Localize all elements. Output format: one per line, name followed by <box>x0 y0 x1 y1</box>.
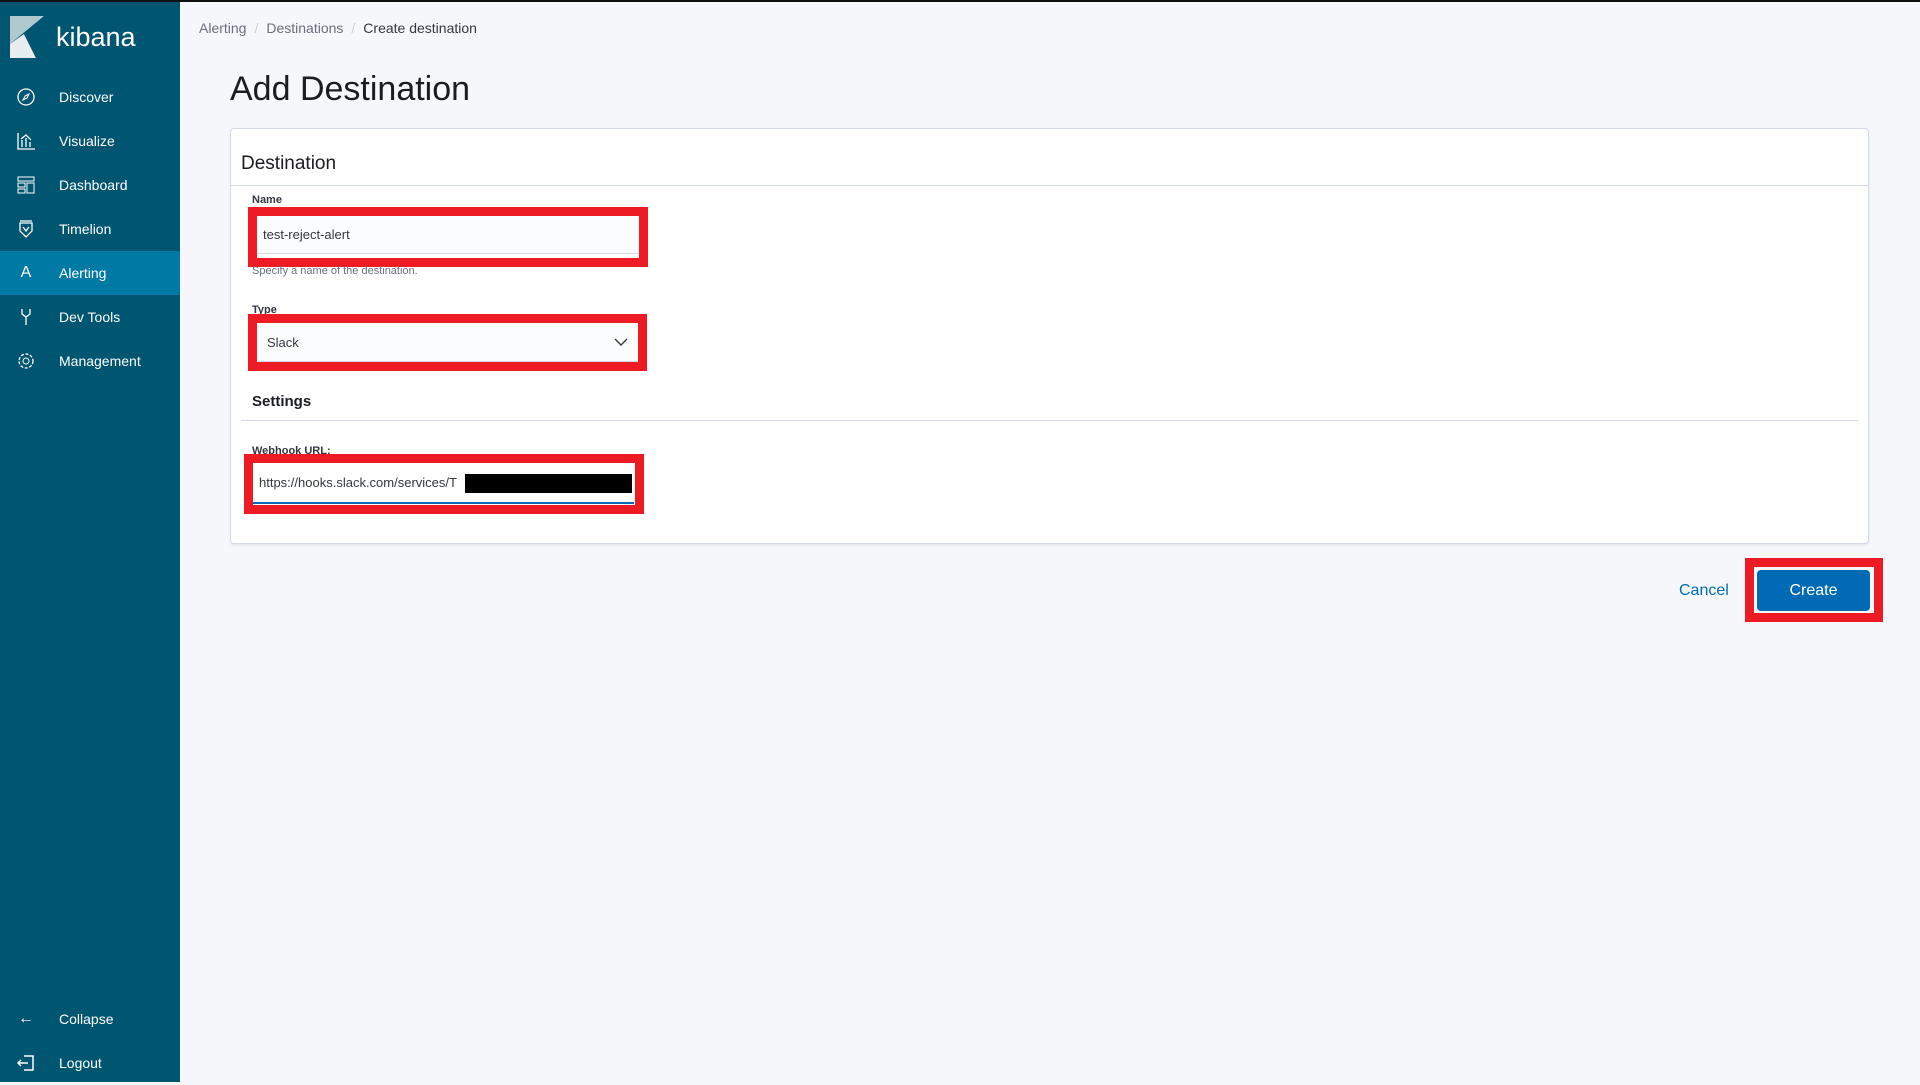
type-select-value: Slack <box>267 334 299 350</box>
logout-icon <box>15 1052 37 1074</box>
breadcrumb-separator: / <box>351 20 356 36</box>
arrow-left-icon: ← <box>18 1010 34 1027</box>
chevron-down-icon <box>614 338 628 346</box>
destination-panel: Destination Name test-reject-alert Speci… <box>230 128 1869 544</box>
alerting-icon: A <box>20 264 32 281</box>
breadcrumb: Alerting / Destinations / Create destinati… <box>199 20 477 36</box>
name-label: Name <box>252 194 282 206</box>
webhook-url-input[interactable]: https://hooks.slack.com/services/T <box>253 463 634 504</box>
main-content: Alerting / Destinations / Create destinati… <box>180 2 1920 1080</box>
breadcrumb-destinations[interactable]: Destinations <box>266 20 343 36</box>
panel-title: Destination <box>241 153 337 174</box>
logout-button[interactable]: Logout <box>0 1041 180 1085</box>
chart-icon <box>15 130 37 152</box>
compass-icon <box>15 86 37 108</box>
name-input[interactable]: test-reject-alert <box>257 216 639 254</box>
breadcrumb-separator: / <box>254 20 259 36</box>
kibana-logo[interactable]: kibana <box>10 16 136 58</box>
webhook-url-value: https://hooks.slack.com/services/T <box>259 475 457 490</box>
settings-title: Settings <box>252 393 312 410</box>
sidebar-item-dashboard[interactable]: Dashboard <box>0 163 180 207</box>
breadcrumb-alerting[interactable]: Alerting <box>199 20 246 36</box>
create-button[interactable]: Create <box>1757 570 1870 611</box>
sidebar-item-timelion[interactable]: Timelion <box>0 207 180 251</box>
sidebar-item-management[interactable]: Management <box>0 339 180 383</box>
wrench-icon <box>15 306 37 328</box>
divider <box>241 420 1858 421</box>
type-select[interactable]: Slack <box>257 323 638 362</box>
dashboard-icon <box>15 174 37 196</box>
name-help-text: Specify a name of the destination. <box>252 265 418 277</box>
sidebar-item-dev-tools[interactable]: Dev Tools <box>0 295 180 339</box>
cancel-button[interactable]: Cancel <box>1679 582 1729 600</box>
divider <box>231 185 1868 186</box>
sidebar-item-discover[interactable]: Discover <box>0 75 180 119</box>
kibana-logo-icon <box>10 16 44 58</box>
timelion-icon <box>15 218 37 240</box>
sidebar: kibana Discover Visualize Dashboard Time… <box>0 2 180 1082</box>
gear-icon <box>15 350 37 372</box>
logo-text: kibana <box>56 21 136 52</box>
breadcrumb-current: Create destination <box>363 20 477 36</box>
page-title: Add Destination <box>230 70 471 108</box>
sidebar-item-alerting[interactable]: A Alerting <box>0 251 180 295</box>
redaction-bar <box>465 474 632 493</box>
sidebar-item-visualize[interactable]: Visualize <box>0 119 180 163</box>
collapse-button[interactable]: ← Collapse <box>0 997 180 1041</box>
